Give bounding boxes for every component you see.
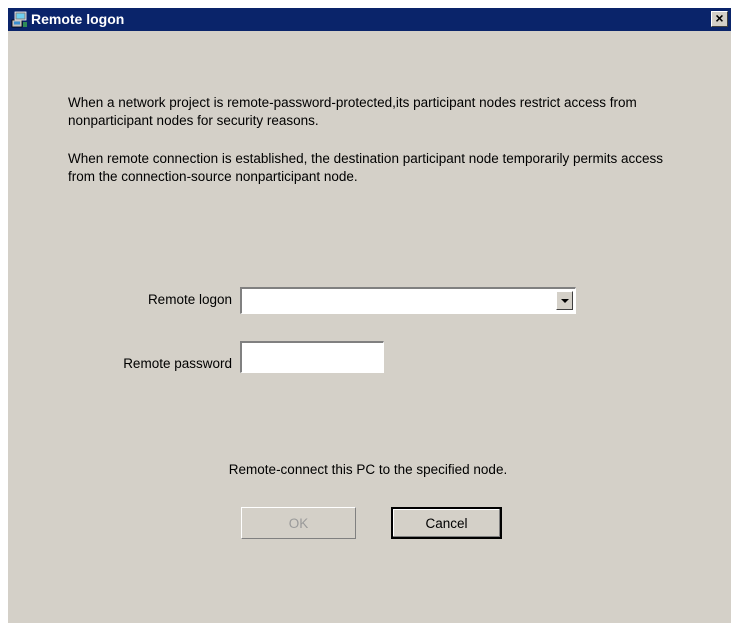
dropdown-arrow-button[interactable] — [556, 291, 573, 310]
close-button[interactable]: × — [711, 11, 728, 27]
remote-logon-label: Remote logon — [147, 292, 232, 307]
description-paragraph-1: When a network project is remote-passwor… — [68, 95, 637, 128]
ok-button[interactable]: OK — [241, 507, 356, 539]
remote-logon-combobox[interactable] — [240, 287, 576, 314]
remote-password-label: Remote password — [123, 356, 232, 371]
info-text: Remote-connect this PC to the specified … — [228, 462, 508, 477]
dialog-title: Remote logon — [31, 11, 125, 27]
close-icon: × — [715, 10, 724, 26]
remote-password-input[interactable] — [240, 341, 384, 373]
network-computer-icon — [11, 11, 28, 28]
description-paragraph-2: When remote connection is established, t… — [68, 151, 664, 184]
title-bar[interactable]: Remote logon × — [8, 8, 731, 31]
cancel-button[interactable]: Cancel — [391, 507, 502, 539]
remote-logon-dialog: Remote logon × When a network project is… — [7, 8, 731, 623]
